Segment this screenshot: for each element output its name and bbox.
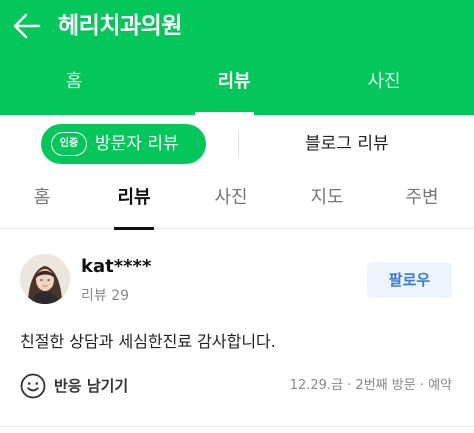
- blog-review-button[interactable]: 블로그 리뷰: [305, 124, 389, 164]
- visitor-review-label: 방문자 리뷰: [95, 134, 179, 154]
- back-button[interactable]: [12, 10, 42, 42]
- page-title: 헤리치과의원: [58, 13, 182, 39]
- review-text: 친절한 상담과 세심한진료 감사합니다.: [20, 332, 276, 351]
- reviewer-review-count: 리뷰 29: [81, 288, 130, 304]
- arrow-left-icon: [13, 13, 41, 39]
- sub-tab-nearby[interactable]: 주변: [400, 175, 444, 229]
- tab-label: 리뷰: [117, 187, 151, 208]
- tab-label: 리뷰: [217, 71, 251, 92]
- top-tab-photos[interactable]: 사진: [334, 53, 434, 115]
- header-bar: 헤리치과의원: [0, 0, 474, 53]
- tab-label: 지도: [310, 187, 344, 208]
- top-tab-home[interactable]: 홈: [24, 53, 124, 115]
- sub-tab-map[interactable]: 지도: [305, 175, 349, 229]
- reviewer-nickname[interactable]: kat****: [81, 256, 151, 277]
- verified-badge: 인증: [51, 132, 87, 156]
- divider: [238, 132, 239, 156]
- sub-tab-reviews[interactable]: 리뷰: [114, 175, 154, 230]
- divider: [0, 426, 474, 427]
- review-type-switch: 인증 방문자 리뷰 블로그 리뷰: [0, 115, 474, 175]
- review-card: kat**** 리뷰 29 팔로우 친절한 상담과 세심한진료 감사합니다. 반…: [0, 230, 474, 433]
- sub-tab-home[interactable]: 홈: [22, 175, 62, 229]
- top-tab-reviews[interactable]: 리뷰: [184, 53, 284, 115]
- tab-label: 사진: [214, 187, 248, 208]
- visit-info: 12.29.금 · 2번째 방문 · 예약: [289, 378, 452, 393]
- top-tab-bar: 홈 리뷰 사진: [0, 53, 474, 115]
- tab-label: 주변: [405, 187, 439, 208]
- smile-icon: [20, 373, 46, 399]
- tab-label: 홈: [33, 187, 51, 208]
- sub-tab-bar: 홈 리뷰 사진 지도 주변: [0, 175, 474, 230]
- avatar-image: [20, 254, 70, 304]
- visitor-review-button[interactable]: 인증 방문자 리뷰: [41, 124, 206, 164]
- reaction-label: 반응 남기기: [54, 377, 129, 395]
- tab-label: 사진: [367, 71, 401, 92]
- sub-tab-photos[interactable]: 사진: [209, 175, 253, 229]
- follow-button[interactable]: 팔로우: [367, 262, 452, 298]
- avatar[interactable]: [20, 254, 70, 304]
- tab-label: 홈: [65, 71, 83, 92]
